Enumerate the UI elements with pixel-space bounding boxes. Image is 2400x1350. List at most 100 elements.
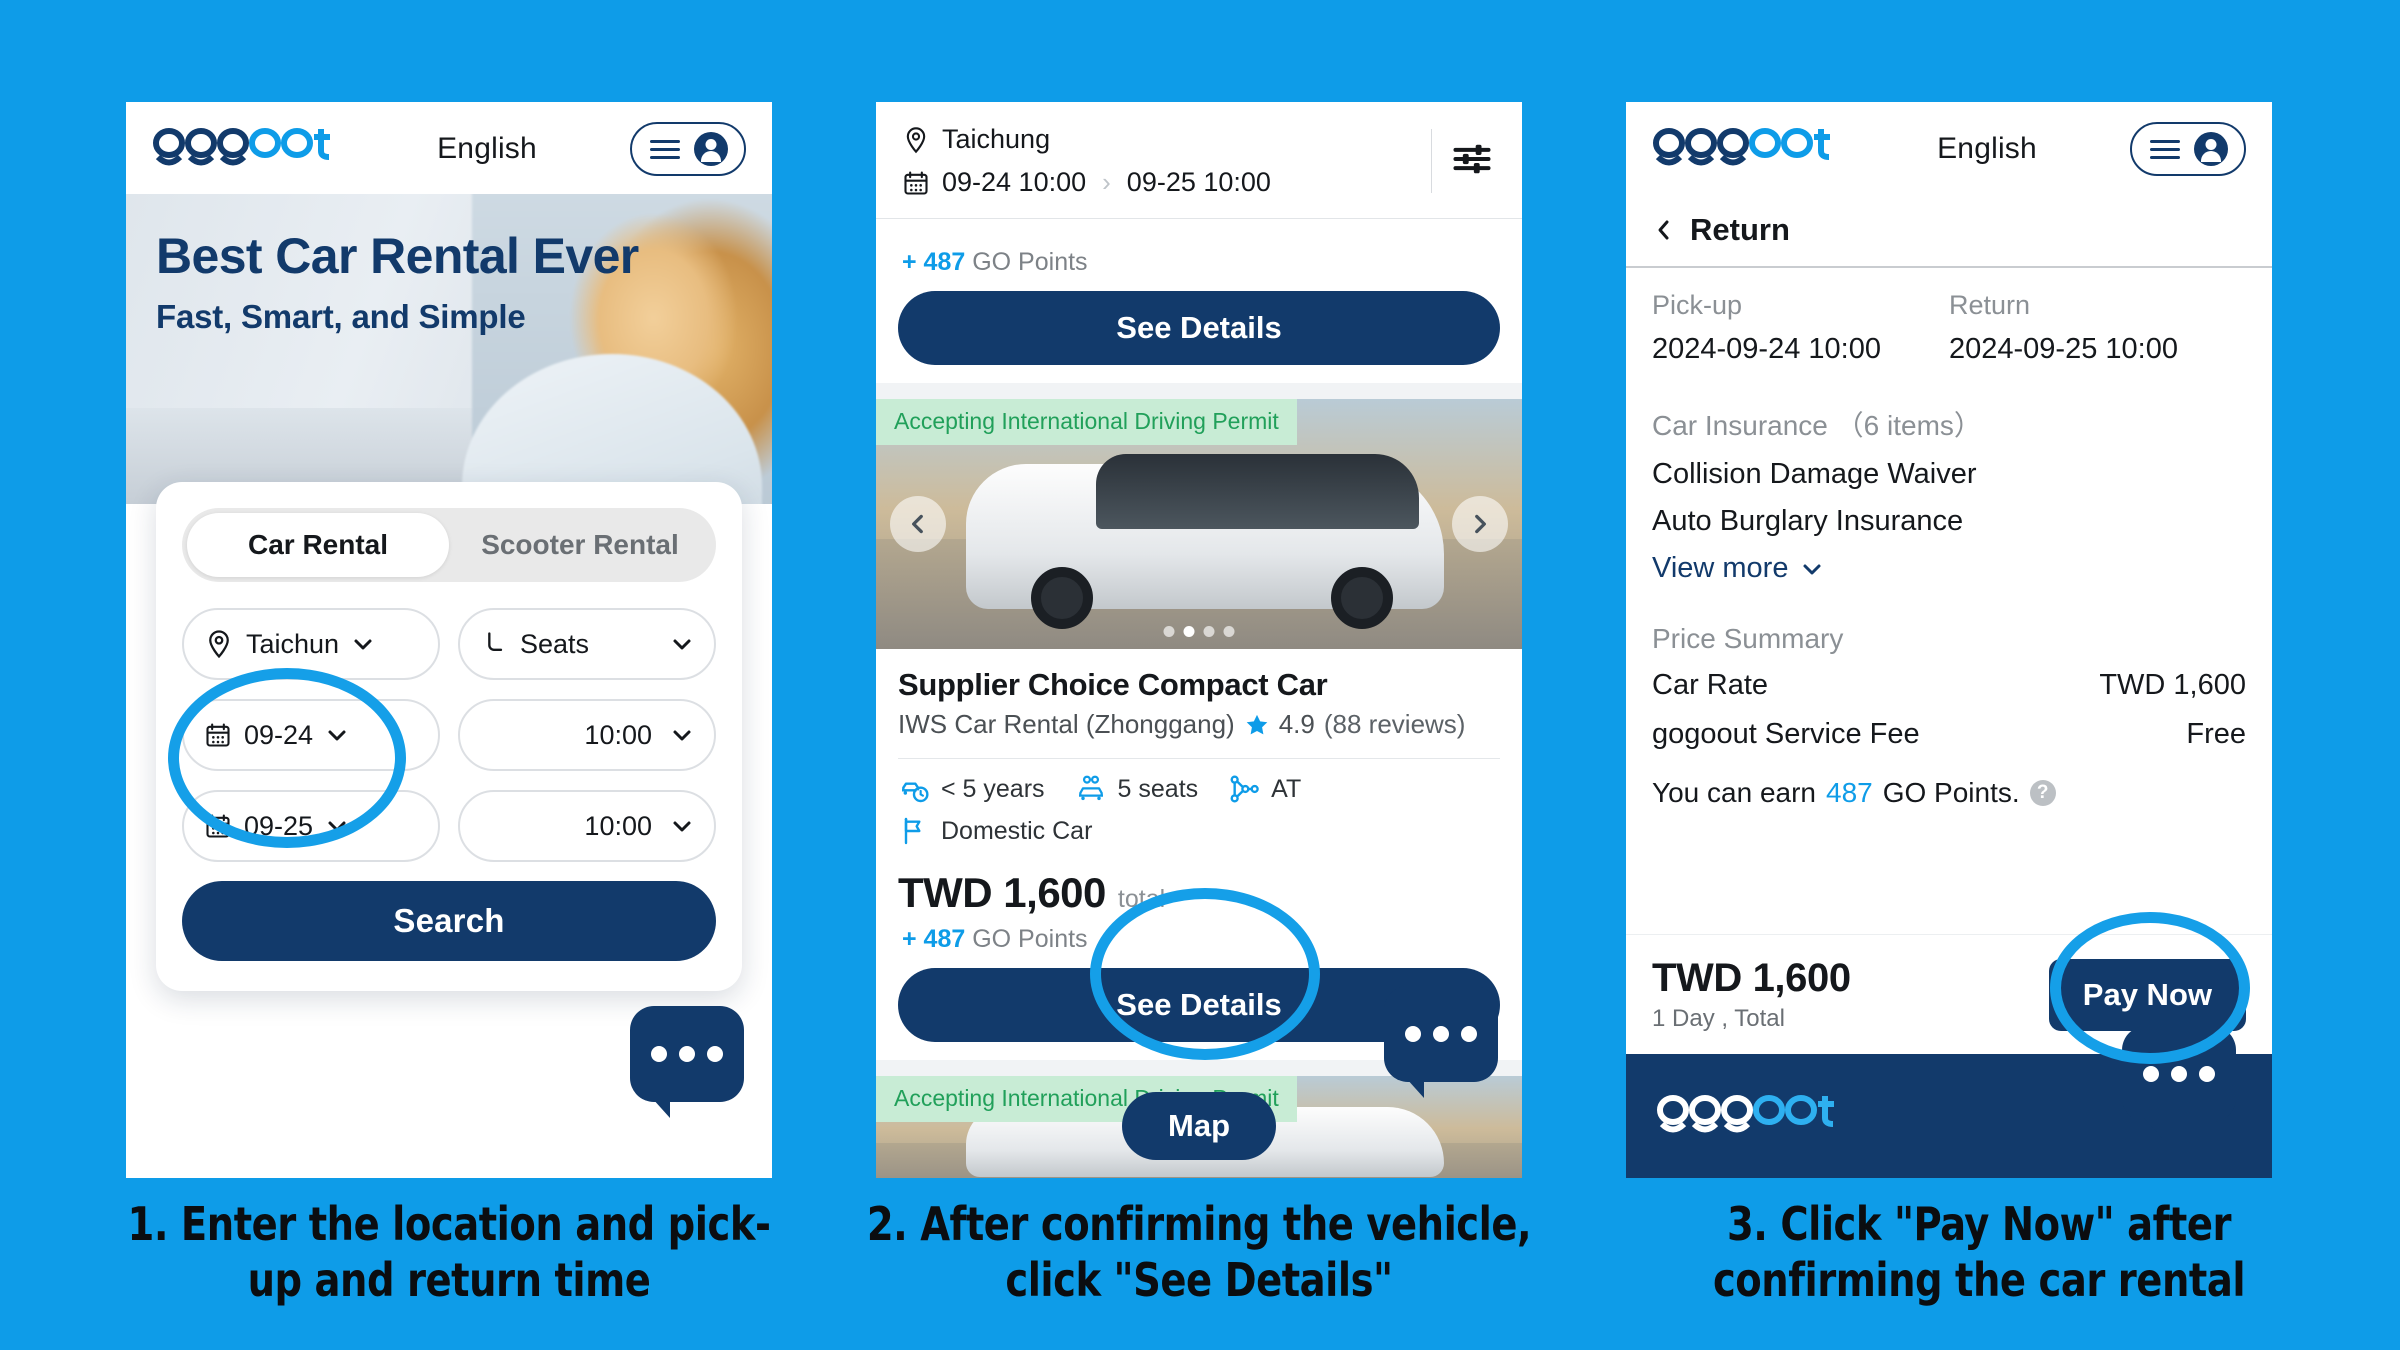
insurance-count: （6 items）	[1835, 410, 1982, 441]
total-subtext: 1 Day , Total	[1652, 1005, 1785, 1032]
location-value: Taichun	[246, 628, 340, 659]
summary-return: 09-25 10:00	[1126, 167, 1271, 197]
go-points-amount: + 487	[902, 925, 966, 953]
return-block: Return 2024-09-25 10:00	[1949, 290, 2246, 366]
earn-suffix: GO Points.	[1882, 777, 2020, 808]
location-field[interactable]: Taichun	[182, 608, 440, 680]
hero-subtitle: Fast, Smart, and Simple	[156, 298, 526, 335]
transmission-icon	[1230, 775, 1259, 803]
return-date-field[interactable]: 09-25	[182, 790, 440, 862]
total-block: TWD 1,600 1 Day , Total	[1652, 956, 1851, 1033]
caption-step-2: 2. After confirming the vehicle, click "…	[866, 1197, 1532, 1308]
spec-origin: Domestic Car	[898, 815, 1092, 847]
pay-now-button[interactable]: Pay Now	[2048, 958, 2246, 1031]
insurance-heading-text: Car Insurance	[1652, 410, 1828, 441]
result-card[interactable]: Accepting International Driving Permit S…	[876, 399, 1522, 1060]
tutorial-graphic: English Best Car Rental Ever Fast, Smart…	[0, 0, 2400, 1350]
chat-support-button[interactable]	[2122, 1026, 2236, 1138]
car-title: Supplier Choice Compact Car	[898, 667, 1328, 702]
summary-dates-row: 09-24 10:00 › 09-25 10:00	[902, 167, 1271, 198]
tab-car-rental[interactable]: Car Rental	[187, 513, 449, 577]
car-photo[interactable]: Accepting International Driving Permit	[876, 399, 1522, 649]
seats-value: Seats	[520, 628, 590, 659]
car-supplier: IWS Car Rental (Zhonggang)	[898, 709, 1235, 739]
star-icon	[1246, 714, 1268, 734]
price-summary-heading: Price Summary	[1652, 623, 1844, 654]
search-button[interactable]: Search	[182, 881, 716, 961]
account-menu-button[interactable]	[629, 122, 746, 176]
account-menu-button[interactable]	[2129, 122, 2246, 176]
view-more-button[interactable]: View more	[1652, 552, 2246, 585]
car-specs-row-2: Domestic Car	[898, 815, 1500, 847]
idp-badge: Accepting International Driving Permit	[876, 399, 1297, 445]
photo-wheel-rear	[1330, 567, 1393, 629]
return-time-value: 10:00	[584, 810, 652, 841]
back-label: Return	[1690, 212, 1790, 247]
gogoout-logo[interactable]	[1652, 127, 1844, 171]
photo-wheel-front	[1031, 567, 1094, 629]
photo-next-button[interactable]	[1452, 496, 1508, 552]
price-row-label: gogoout Service Fee	[1652, 718, 1920, 750]
map-button[interactable]: Map	[1122, 1092, 1276, 1160]
earn-prefix: You can earn	[1652, 777, 1816, 808]
chevron-down-icon	[328, 821, 346, 832]
hamburger-icon	[2149, 139, 2180, 159]
chat-support-button[interactable]	[630, 1006, 744, 1118]
photo-pagination-dots[interactable]	[1163, 626, 1235, 637]
return-time-field[interactable]: 10:00	[458, 790, 716, 862]
total-amount: TWD 1,600	[1652, 956, 1851, 1000]
chevron-down-icon	[328, 730, 346, 741]
chevron-down-icon	[673, 730, 691, 741]
pickup-block: Pick-up 2024-09-24 10:00	[1652, 290, 1949, 366]
divider	[898, 758, 1500, 759]
return-date-value: 09-25	[244, 810, 314, 841]
flag-icon	[904, 817, 921, 845]
hero-title: Best Car Rental Ever	[156, 228, 639, 284]
summary-location-row: Taichung	[902, 124, 1271, 155]
spec-age: < 5 years	[898, 773, 1045, 805]
search-card: Car Rental Scooter Rental Taichun Seats …	[156, 482, 742, 991]
car-reviews: (88 reviews)	[1323, 709, 1466, 739]
go-points-label: GO Points	[972, 925, 1088, 953]
price-row: TWD 1,600 total	[898, 857, 1500, 917]
see-details-button[interactable]: See Details	[898, 291, 1500, 365]
calendar-icon	[904, 170, 928, 195]
results-search-summary[interactable]: Taichung 09-24 10:00 › 09-25 10:00	[876, 102, 1522, 219]
result-card-previous[interactable]: + 487 GO Points See Details	[876, 248, 1522, 383]
language-selector[interactable]: English	[437, 132, 537, 166]
back-button[interactable]: Return	[1626, 194, 2272, 268]
return-value: 2024-09-25 10:00	[1949, 333, 2178, 365]
photo-prev-button[interactable]	[890, 496, 946, 552]
insurance-heading: Car Insurance （6 items）	[1652, 404, 2246, 444]
pickup-return-grid: Pick-up 2024-09-24 10:00 Return 2024-09-…	[1652, 290, 2246, 366]
price-row-value: TWD 1,600	[2099, 669, 2246, 701]
spec-transmission: AT	[1228, 773, 1301, 805]
car-price-unit: total	[1117, 885, 1166, 913]
go-points-line: + 487 GO Points	[902, 248, 1500, 277]
chat-support-button[interactable]	[1384, 986, 1498, 1098]
question-mark-icon[interactable]: ?	[2029, 780, 2056, 806]
seats-field[interactable]: Seats	[458, 608, 716, 680]
phone-screenshot-step-3: English Return Pick-up 2024-09-24 10:00 …	[1626, 102, 2272, 1178]
language-selector[interactable]: English	[1937, 132, 2037, 166]
gogoout-logo[interactable]	[152, 127, 344, 171]
filter-sliders-icon[interactable]	[1450, 137, 1498, 186]
hero-banner: Best Car Rental Ever Fast, Smart, and Si…	[126, 194, 772, 504]
earn-points: 487	[1826, 777, 1873, 808]
account-icon	[2193, 132, 2228, 166]
spec-seats: 5 seats	[1075, 773, 1198, 805]
account-icon	[693, 132, 728, 166]
logo-svg	[1653, 128, 1830, 166]
pickup-date-field[interactable]: 09-24	[182, 699, 440, 771]
spec-age-label: < 5 years	[941, 774, 1045, 803]
pickup-time-field[interactable]: 10:00	[458, 699, 716, 771]
calendar-icon	[206, 723, 230, 747]
caption-step-3: 3. Click "Pay Now" after confirming the …	[1712, 1197, 2246, 1308]
chevron-right-icon: ›	[1102, 167, 1111, 197]
car-supplier-row: IWS Car Rental (Zhonggang) 4.9 (88 revie…	[898, 709, 1500, 740]
car-rating: 4.9	[1278, 709, 1315, 739]
tab-scooter-rental[interactable]: Scooter Rental	[449, 513, 711, 577]
go-points-line: + 487 GO Points	[902, 925, 1500, 954]
chevron-left-icon	[1658, 220, 1669, 240]
logo-svg	[153, 128, 330, 166]
